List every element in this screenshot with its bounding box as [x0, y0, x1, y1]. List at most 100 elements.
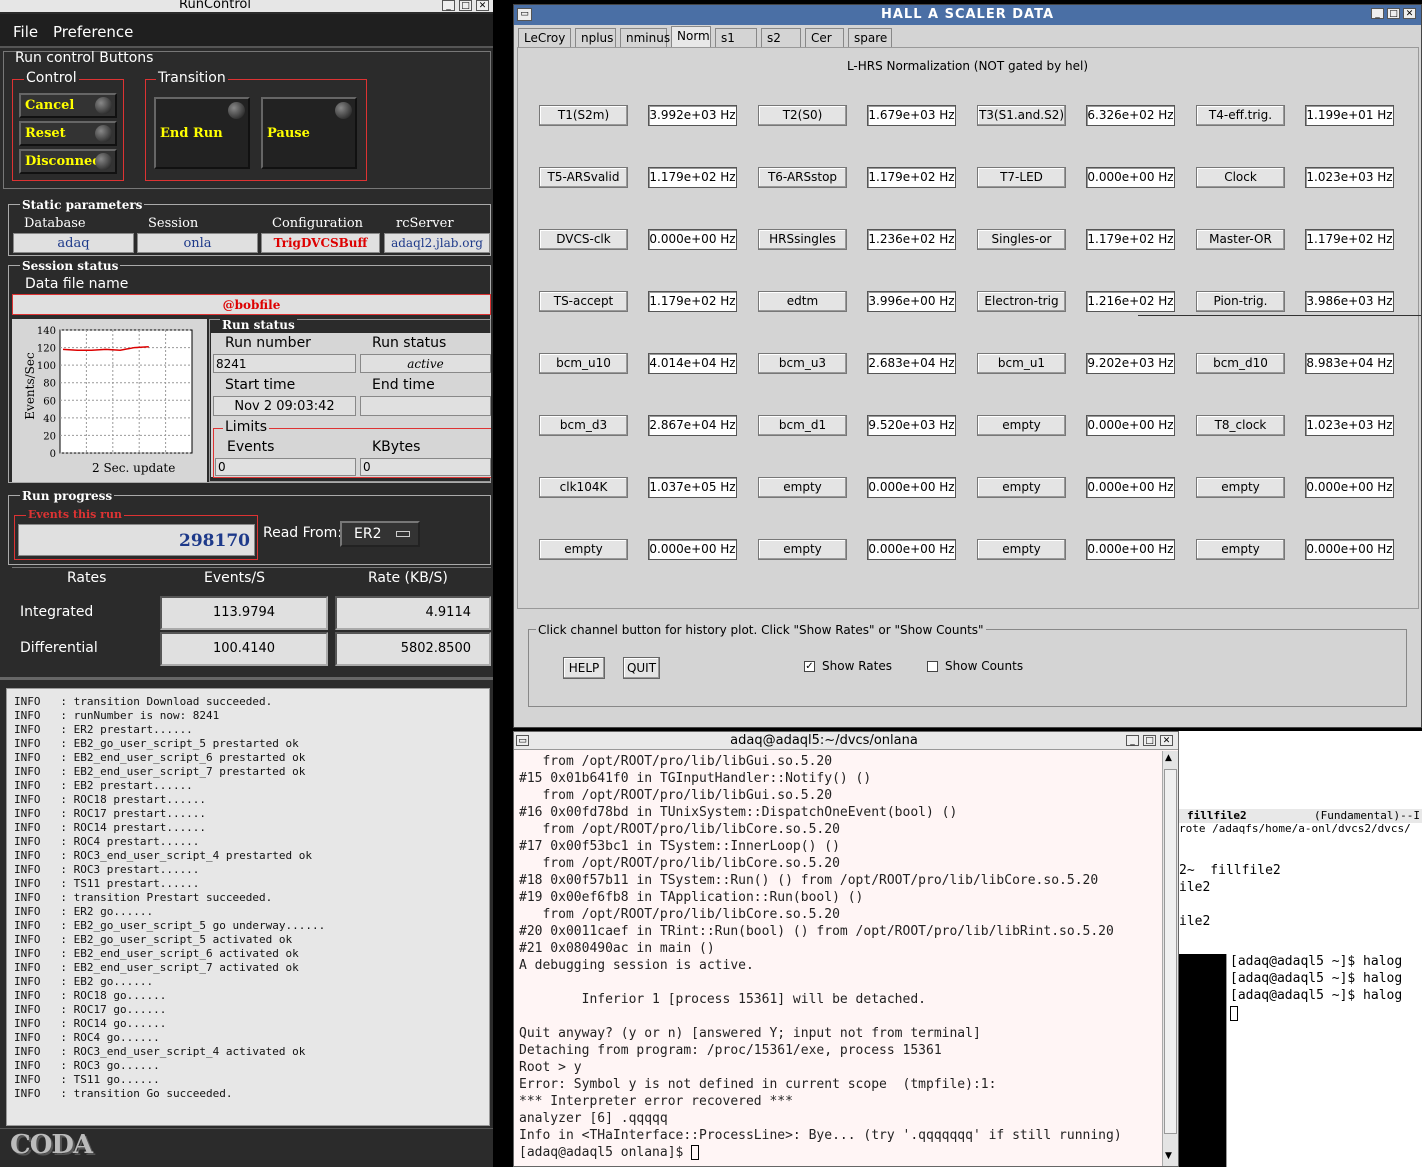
channel-button[interactable]: HRSsingles: [758, 229, 847, 250]
tab-norm[interactable]: Norm: [671, 26, 711, 47]
scroll-up-icon[interactable]: ▲: [1165, 753, 1172, 763]
scrollbar[interactable]: ▲ ▼: [1162, 751, 1178, 1166]
channel-button[interactable]: T1(S2m): [539, 105, 628, 126]
channel-button[interactable]: edtm: [758, 291, 847, 312]
bg-terminal[interactable]: [adaq@adaql5 ~]$ halog [adaq@adaql5 ~]$ h…: [1226, 954, 1422, 1167]
rate-field[interactable]: 1.179e+02 Hz: [1305, 229, 1394, 250]
show-counts-checkbox[interactable]: [927, 661, 938, 672]
close-icon[interactable]: ✕: [476, 0, 489, 11]
tab-nplus[interactable]: nplus: [575, 28, 616, 47]
channel-button[interactable]: bcm_d10: [1196, 353, 1285, 374]
channel-button[interactable]: T5-ARSvalid: [539, 167, 628, 188]
terminal-text[interactable]: from /opt/ROOT/pro/lib/libGui.so.5.20 #15…: [514, 751, 1160, 1167]
rate-field[interactable]: 0.000e+00 Hz: [648, 539, 737, 560]
scroll-down-icon[interactable]: ▼: [1165, 1151, 1172, 1161]
tab-cer[interactable]: Cer: [805, 28, 844, 47]
tab-s2[interactable]: s2: [761, 28, 801, 47]
kbytes-limit-input[interactable]: 0: [360, 458, 491, 476]
reset-button[interactable]: Reset: [19, 121, 117, 146]
channel-button[interactable]: T4-eff.trig.: [1196, 105, 1285, 126]
channel-button[interactable]: empty: [977, 415, 1066, 436]
channel-button[interactable]: empty: [539, 539, 628, 560]
channel-button[interactable]: T7-LED: [977, 167, 1066, 188]
rate-field[interactable]: 0.000e+00 Hz: [1086, 477, 1175, 498]
channel-button[interactable]: empty: [977, 477, 1066, 498]
rate-field[interactable]: 1.037e+05 Hz: [648, 477, 737, 498]
channel-button[interactable]: Electron-trig: [977, 291, 1066, 312]
rate-field[interactable]: 3.996e+00 Hz: [867, 291, 956, 312]
close-icon[interactable]: ✕: [1403, 8, 1416, 19]
channel-button[interactable]: empty: [758, 539, 847, 560]
rate-field[interactable]: 0.000e+00 Hz: [1086, 415, 1175, 436]
tab-lecroy[interactable]: LeCroy: [518, 28, 571, 47]
tab-nminus[interactable]: nminus: [620, 28, 670, 47]
channel-button[interactable]: bcm_u1: [977, 353, 1066, 374]
rate-field[interactable]: 2.683e+04 Hz: [867, 353, 956, 374]
rate-field[interactable]: 0.000e+00 Hz: [1086, 167, 1175, 188]
close-icon[interactable]: ✕: [1160, 735, 1173, 746]
channel-button[interactable]: Singles-or: [977, 229, 1066, 250]
channel-button[interactable]: empty: [758, 477, 847, 498]
minimize-icon[interactable]: _: [1371, 8, 1384, 19]
rate-field[interactable]: 1.179e+02 Hz: [648, 291, 737, 312]
channel-button[interactable]: clk104K: [539, 477, 628, 498]
rate-field[interactable]: 3.986e+03 Hz: [1305, 291, 1394, 312]
quit-button[interactable]: QUIT: [623, 657, 660, 679]
channel-button[interactable]: DVCS-clk: [539, 229, 628, 250]
rate-field[interactable]: 1.179e+02 Hz: [867, 167, 956, 188]
minimize-icon[interactable]: _: [1126, 735, 1139, 746]
rate-field[interactable]: 0.000e+00 Hz: [867, 477, 956, 498]
channel-button[interactable]: Clock: [1196, 167, 1285, 188]
rate-field[interactable]: 1.236e+02 Hz: [867, 229, 956, 250]
channel-button[interactable]: bcm_u10: [539, 353, 628, 374]
tab-s1[interactable]: s1: [715, 28, 757, 47]
rate-field[interactable]: 9.520e+03 Hz: [867, 415, 956, 436]
maximize-icon[interactable]: □: [1143, 735, 1156, 746]
channel-button[interactable]: T8_clock: [1196, 415, 1285, 436]
cancel-button[interactable]: Cancel: [19, 93, 117, 118]
maximize-icon[interactable]: □: [1387, 8, 1400, 19]
read-from-select[interactable]: ER2: [340, 521, 420, 547]
log-area[interactable]: INFO : transition Download succeeded. INF…: [6, 688, 490, 1126]
rate-field[interactable]: 0.000e+00 Hz: [1305, 539, 1394, 560]
rate-field[interactable]: 9.202e+03 Hz: [1086, 353, 1175, 374]
channel-button[interactable]: T2(S0): [758, 105, 847, 126]
rate-field[interactable]: 1.023e+03 Hz: [1305, 167, 1394, 188]
rate-field[interactable]: 1.199e+01 Hz: [1305, 105, 1394, 126]
disconnect-button[interactable]: Disconnect: [19, 149, 117, 174]
menu-preference[interactable]: Preference: [53, 23, 133, 41]
scrollbar-thumb[interactable]: [1164, 769, 1177, 1134]
window-menu-icon[interactable]: ▭: [517, 8, 532, 21]
rate-field[interactable]: 2.867e+04 Hz: [648, 415, 737, 436]
channel-button[interactable]: Pion-trig.: [1196, 291, 1285, 312]
rate-field[interactable]: 4.014e+04 Hz: [648, 353, 737, 374]
rate-field[interactable]: 3.992e+03 Hz: [648, 105, 737, 126]
rate-field[interactable]: 1.023e+03 Hz: [1305, 415, 1394, 436]
channel-button[interactable]: empty: [1196, 539, 1285, 560]
rate-field[interactable]: 1.216e+02 Hz: [1086, 291, 1175, 312]
rate-field[interactable]: 1.179e+02 Hz: [1086, 229, 1175, 250]
channel-button[interactable]: bcm_d3: [539, 415, 628, 436]
rate-field[interactable]: 6.326e+02 Hz: [1086, 105, 1175, 126]
menu-file[interactable]: File: [13, 23, 38, 41]
rate-field[interactable]: 0.000e+00 Hz: [1086, 539, 1175, 560]
channel-button[interactable]: bcm_d1: [758, 415, 847, 436]
end-run-button[interactable]: End Run: [154, 97, 250, 169]
channel-button[interactable]: TS-accept: [539, 291, 628, 312]
rate-field[interactable]: 0.000e+00 Hz: [648, 229, 737, 250]
channel-button[interactable]: T3(S1.and.S2): [977, 105, 1066, 126]
events-limit-input[interactable]: 0: [215, 458, 356, 476]
tab-spare[interactable]: spare: [848, 28, 892, 47]
channel-button[interactable]: T6-ARSstop: [758, 167, 847, 188]
rate-field[interactable]: 0.000e+00 Hz: [867, 539, 956, 560]
rate-field[interactable]: 8.983e+04 Hz: [1305, 353, 1394, 374]
rate-field[interactable]: 1.679e+03 Hz: [867, 105, 956, 126]
channel-button[interactable]: empty: [977, 539, 1066, 560]
channel-button[interactable]: Master-OR: [1196, 229, 1285, 250]
rate-field[interactable]: 0.000e+00 Hz: [1305, 477, 1394, 498]
channel-button[interactable]: empty: [1196, 477, 1285, 498]
show-rates-checkbox[interactable]: ✓: [804, 661, 815, 672]
channel-button[interactable]: bcm_u3: [758, 353, 847, 374]
help-button[interactable]: HELP: [563, 657, 605, 679]
pause-button[interactable]: Pause: [261, 97, 357, 169]
